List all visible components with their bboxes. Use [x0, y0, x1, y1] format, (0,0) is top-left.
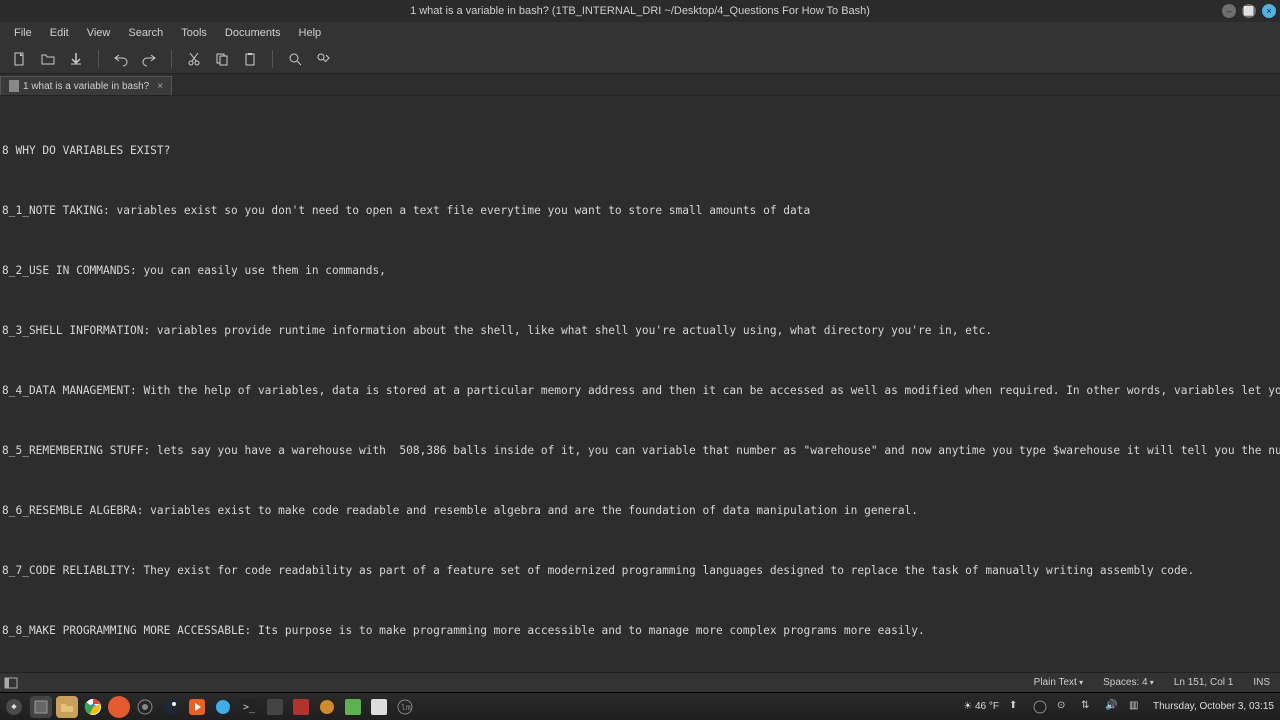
new-file-button[interactable] [8, 47, 32, 71]
find-replace-button[interactable] [311, 47, 335, 71]
window-titlebar: 1 what is a variable in bash? (1TB_INTER… [0, 0, 1280, 22]
toolbar [0, 44, 1280, 74]
terminal-icon[interactable]: >_ [238, 696, 260, 718]
menu-tools[interactable]: Tools [173, 24, 215, 42]
toolbar-separator [98, 50, 99, 68]
obs-tray-icon[interactable] [1033, 700, 1047, 714]
toolbar-separator [272, 50, 273, 68]
tray-icon[interactable]: ⬆ [1009, 700, 1023, 714]
cut-button[interactable] [182, 47, 206, 71]
window-title: 1 what is a variable in bash? (1TB_INTER… [410, 5, 870, 17]
document-tab[interactable]: 1 what is a variable in bash? × [0, 76, 172, 95]
paste-button[interactable] [238, 47, 262, 71]
window-close-button[interactable]: × [1262, 4, 1276, 18]
window-maximize-button[interactable]: ⬜ [1242, 4, 1256, 18]
tab-bar: 1 what is a variable in bash? × [0, 74, 1280, 96]
app-icon[interactable]: lm [394, 696, 416, 718]
find-button[interactable] [283, 47, 307, 71]
network-icon[interactable]: ⇅ [1081, 700, 1095, 714]
app-icon[interactable] [342, 696, 364, 718]
toolbar-separator [171, 50, 172, 68]
file-manager-icon[interactable] [56, 696, 78, 718]
copy-button[interactable] [210, 47, 234, 71]
start-menu-button[interactable]: ◆ [6, 699, 22, 715]
media-player-icon[interactable] [186, 696, 208, 718]
app-icon[interactable] [290, 696, 312, 718]
svg-text:lm: lm [401, 703, 411, 712]
menu-search[interactable]: Search [120, 24, 171, 42]
indent-selector[interactable]: Spaces: 4 [1093, 677, 1164, 688]
app-icon[interactable] [108, 696, 130, 718]
text-editor[interactable]: 8 WHY DO VARIABLES EXIST? 8_1_NOTE TAKIN… [0, 96, 1280, 672]
document-icon [9, 80, 19, 92]
window-minimize-button[interactable]: – [1222, 4, 1236, 18]
redo-button[interactable] [137, 47, 161, 71]
status-bar: Plain Text Spaces: 4 Ln 151, Col 1 INS [0, 672, 1280, 692]
menu-help[interactable]: Help [291, 24, 330, 42]
taskbar-app-icon[interactable] [30, 696, 52, 718]
syntax-selector[interactable]: Plain Text [1024, 677, 1093, 688]
undo-button[interactable] [109, 47, 133, 71]
tray-icon[interactable]: ▥ [1129, 700, 1143, 714]
sidebar-toggle-icon[interactable] [0, 676, 18, 690]
menubar: File Edit View Search Tools Documents He… [0, 22, 1280, 44]
menu-file[interactable]: File [6, 24, 40, 42]
app-icon[interactable] [212, 696, 234, 718]
taskbar: ◆ >_ lm ☀ 46 °F ⬆ ⊙ ⇅ 🔊 ▥ Thursday, Octo… [0, 692, 1280, 720]
app-icon[interactable] [264, 696, 286, 718]
steam-icon[interactable] [160, 696, 182, 718]
volume-icon[interactable]: 🔊 [1105, 700, 1119, 714]
clock[interactable]: Thursday, October 3, 03:15 [1153, 701, 1274, 712]
svg-text:>_: >_ [243, 702, 256, 713]
weather-widget[interactable]: ☀ 46 °F [963, 701, 999, 712]
insert-mode[interactable]: INS [1243, 677, 1280, 688]
tray-icon[interactable]: ⊙ [1057, 700, 1071, 714]
save-file-button[interactable] [64, 47, 88, 71]
tab-close-button[interactable]: × [157, 81, 163, 92]
tab-label: 1 what is a variable in bash? [23, 81, 149, 92]
app-icon[interactable] [134, 696, 156, 718]
cursor-position[interactable]: Ln 151, Col 1 [1164, 677, 1244, 688]
app-icon[interactable] [316, 696, 338, 718]
system-tray: ☀ 46 °F ⬆ ⊙ ⇅ 🔊 ▥ Thursday, October 3, 0… [963, 700, 1274, 714]
app-icon[interactable] [368, 696, 390, 718]
menu-edit[interactable]: Edit [42, 24, 77, 42]
menu-view[interactable]: View [79, 24, 119, 42]
chrome-icon[interactable] [82, 696, 104, 718]
open-file-button[interactable] [36, 47, 60, 71]
menu-documents[interactable]: Documents [217, 24, 289, 42]
